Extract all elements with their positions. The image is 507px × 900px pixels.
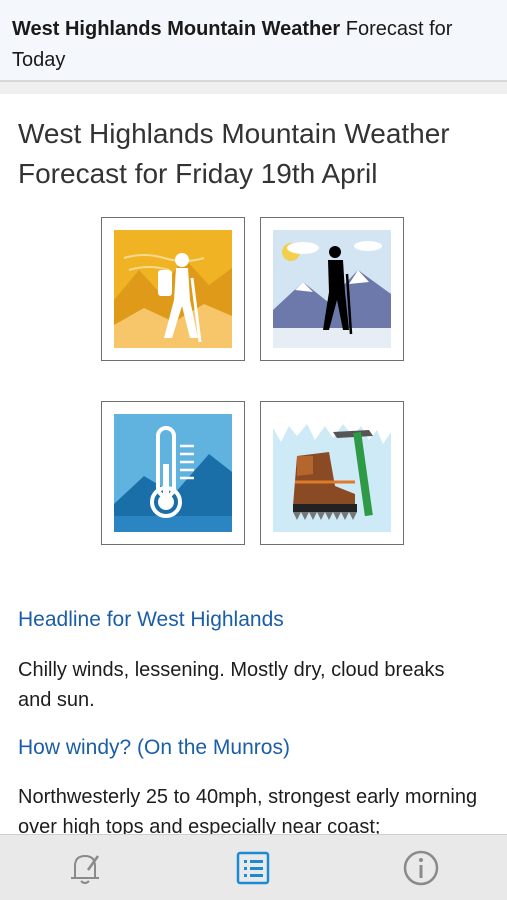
app-header: West Highlands Mountain Weather Forecast… <box>0 0 507 82</box>
alert-bell-icon <box>71 854 100 884</box>
alert-bell-button[interactable] <box>62 845 108 891</box>
forecast-title: West Highlands Mountain Weather Forecast… <box>18 118 450 189</box>
forecast-list-button[interactable] <box>230 845 276 891</box>
windy-text: Northwesterly 25 to 40mph, strongest ear… <box>18 786 478 834</box>
headline-text: Chilly winds, lessening. Mostly dry, clo… <box>18 659 445 711</box>
forecast-list-icon <box>236 851 270 885</box>
headline-heading: Headline for West Highlands <box>18 608 284 631</box>
header-title-bold: West Highlands Mountain Weather <box>12 18 341 40</box>
windy-heading: How windy? (On the Munros) <box>18 736 290 759</box>
info-icon <box>403 850 439 886</box>
boot-crampon-ice-axe-icon <box>260 401 404 545</box>
hiker-sunny-icon <box>101 217 245 361</box>
walker-snowy-mountains-icon <box>260 217 404 361</box>
info-button[interactable] <box>398 845 444 891</box>
forecast-content[interactable]: West Highlands Mountain Weather Forecast… <box>0 94 507 834</box>
bottom-nav-bar <box>0 834 507 900</box>
thermometer-mountain-icon <box>101 401 245 545</box>
